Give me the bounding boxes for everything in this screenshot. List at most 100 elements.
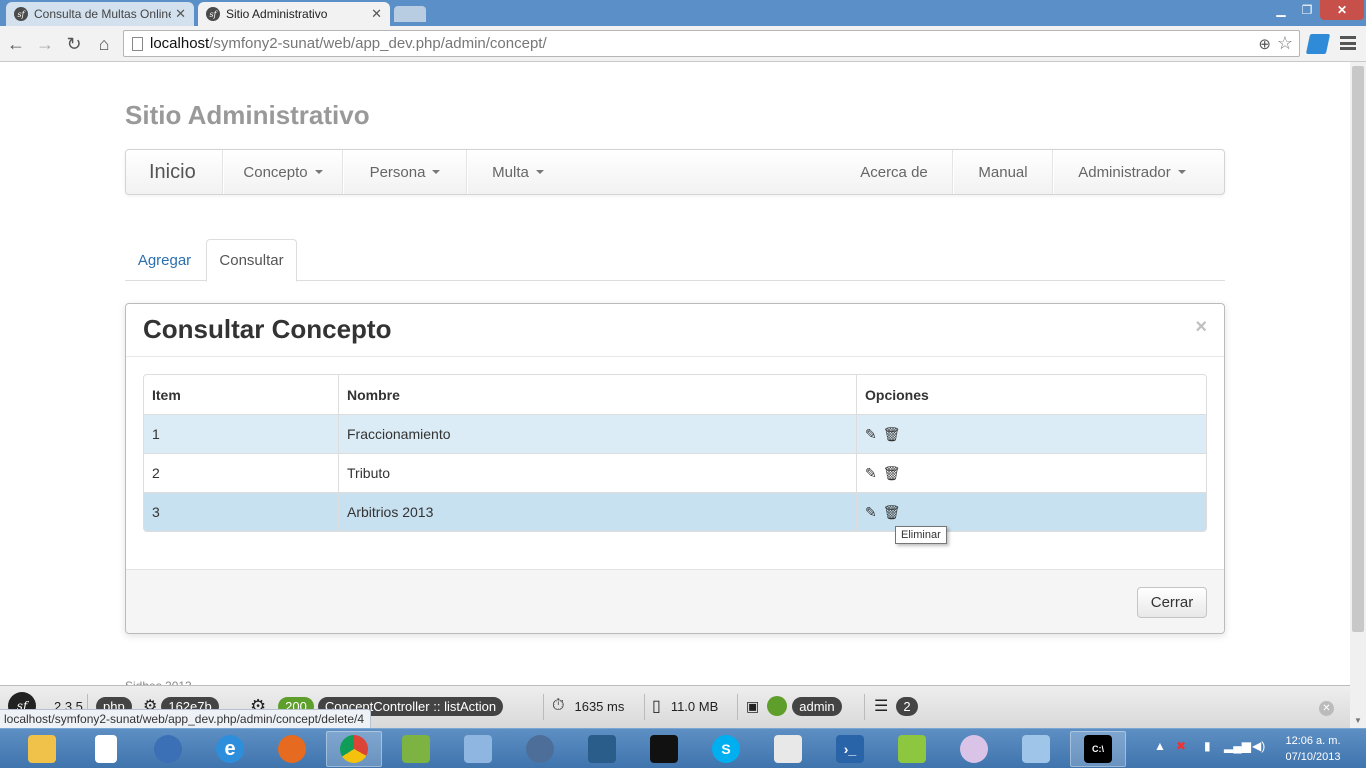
memory-item[interactable]: ▯ 11.0 MB <box>652 693 718 719</box>
consult-panel: Consultar Concepto × Item Nombre Opcione… <box>125 303 1225 634</box>
close-icon[interactable]: ✕ <box>175 6 186 22</box>
forward-arrow-icon[interactable]: → <box>33 32 57 56</box>
nav-item-multa[interactable]: Multa <box>468 150 568 194</box>
ie-icon: e <box>216 735 244 763</box>
taskbar-clock[interactable]: 12:06 a. m. 07/10/2013 <box>1280 733 1346 765</box>
address-bar[interactable]: localhost/symfony2-sunat/web/app_dev.php… <box>123 30 1300 57</box>
window-close-icon[interactable]: ✕ <box>1320 0 1364 20</box>
table-row: 2 Tributo ✎ 🗑 <box>144 453 1206 492</box>
taskbar-mysql[interactable] <box>574 731 630 767</box>
nav-item-concepto[interactable]: Concepto <box>224 150 342 194</box>
panel-close-icon[interactable]: × <box>1195 316 1207 339</box>
cube-icon <box>464 735 492 763</box>
browser-tab-consulta[interactable]: sf Consulta de Multas Online ✕ <box>6 2 194 26</box>
user-item[interactable]: ▣ admin <box>746 693 842 719</box>
trash-icon[interactable]: 🗑 <box>883 466 901 480</box>
memory-usage: 11.0 MB <box>670 698 719 714</box>
edit-icon[interactable]: ✎ <box>865 505 877 519</box>
photo-icon <box>1022 735 1050 763</box>
clock-date: 07/10/2013 <box>1285 751 1341 763</box>
extension-icon[interactable] <box>1305 34 1331 54</box>
taskbar-explorer[interactable] <box>14 731 70 767</box>
symfony-favicon-icon: sf <box>14 7 28 21</box>
signal-icon[interactable]: ▂▄▆ <box>1224 739 1251 753</box>
terminal-icon <box>650 735 678 763</box>
taskbar-editor[interactable] <box>388 731 444 767</box>
taskbar-cmd[interactable]: C:\ <box>1070 731 1126 767</box>
new-tab-button[interactable] <box>394 6 426 22</box>
taskbar-terminal[interactable] <box>636 731 692 767</box>
palette-icon <box>960 735 988 763</box>
panel-footer: Cerrar <box>126 569 1224 633</box>
bookmark-star-icon[interactable]: ☆ <box>1277 33 1293 54</box>
cell-name: Fraccionamiento <box>339 415 857 453</box>
scrollbar-thumb[interactable] <box>1352 66 1364 632</box>
cell-item: 1 <box>144 415 339 453</box>
caret-down-icon <box>1177 170 1186 174</box>
table-row: 1 Fraccionamiento ✎ 🗑 <box>144 414 1206 453</box>
toolbar-close-icon[interactable]: ✕ <box>1319 701 1334 716</box>
trash-icon[interactable]: 🗑 <box>883 505 901 519</box>
nav-item-acerca[interactable]: Acerca de <box>836 150 952 194</box>
scroll-down-icon[interactable]: ▼ <box>1354 716 1362 725</box>
divider <box>126 356 1224 357</box>
cell-name: Arbitrios 2013 <box>339 493 857 531</box>
minimize-icon[interactable]: ▁ <box>1268 0 1294 20</box>
tray-expand-icon[interactable]: ▲ <box>1154 739 1166 753</box>
db-item[interactable]: ☰ 2 <box>874 693 918 719</box>
chrome-icon <box>340 735 368 763</box>
browser-tab-admin[interactable]: sf Sitio Administrativo ✕ <box>198 2 390 26</box>
taskbar-virtualbox[interactable] <box>450 731 506 767</box>
trash-icon[interactable]: 🗑 <box>883 427 901 441</box>
nav-item-label: Acerca de <box>860 163 928 181</box>
browser-toolbar: ← → ↻ ⌂ localhost/symfony2-sunat/web/app… <box>0 26 1366 62</box>
taskbar-skype[interactable]: S <box>698 731 754 767</box>
volume-icon[interactable]: ◀) <box>1252 739 1265 753</box>
edit-icon[interactable]: ✎ <box>865 427 877 441</box>
status-bubble: localhost/symfony2-sunat/web/app_dev.php… <box>0 709 372 728</box>
battery-icon[interactable]: ▮ <box>1204 739 1211 753</box>
taskbar-paint[interactable] <box>946 731 1002 767</box>
close-icon[interactable]: ✕ <box>371 6 382 22</box>
windows-taskbar: e S ›_ C:\ ▲ ✖ ▮ ▂▄▆ ◀) 12:06 a. m. 07/1… <box>0 728 1366 768</box>
main-navbar: Inicio Concepto Persona Multa Acerca de … <box>125 149 1225 195</box>
nav-item-persona[interactable]: Persona <box>344 150 466 194</box>
page-tabs: Agregar Consultar <box>125 239 1225 282</box>
taskbar-powershell[interactable]: ›_ <box>822 731 878 767</box>
browser-tabstrip: sf Consulta de Multas Online ✕ sf Sitio … <box>0 0 1366 26</box>
edit-icon[interactable]: ✎ <box>865 466 877 480</box>
editor-icon <box>402 735 430 763</box>
back-arrow-icon[interactable]: ← <box>4 32 28 56</box>
taskbar-thunderbird[interactable] <box>140 731 196 767</box>
zoom-icon[interactable]: ⊕ <box>1258 35 1271 53</box>
navbar-brand[interactable]: Inicio <box>149 161 196 184</box>
taskbar-chrome[interactable] <box>326 731 382 767</box>
tab-agregar[interactable]: Agregar <box>125 239 204 281</box>
taskbar-notes[interactable] <box>760 731 816 767</box>
nav-item-manual[interactable]: Manual <box>954 150 1052 194</box>
taskbar-firefox[interactable] <box>264 731 320 767</box>
browser-tab-title: Consulta de Multas Online <box>34 7 172 21</box>
taskbar-filezilla[interactable] <box>884 731 940 767</box>
taskbar-photos[interactable] <box>1008 731 1064 767</box>
nav-item-administrador[interactable]: Administrador <box>1054 150 1210 194</box>
taskbar-ie[interactable]: e <box>202 731 258 767</box>
divider <box>543 694 544 720</box>
elephant-icon <box>526 735 554 763</box>
nav-item-label: Manual <box>978 163 1028 181</box>
close-button[interactable]: Cerrar <box>1137 587 1207 618</box>
home-icon[interactable]: ⌂ <box>92 32 116 56</box>
database-icon: ☰ <box>874 698 889 715</box>
network-error-icon[interactable]: ✖ <box>1176 739 1186 753</box>
taskbar-postgres[interactable] <box>512 731 568 767</box>
tab-consultar[interactable]: Consultar <box>206 239 297 282</box>
timer-item[interactable]: ⏱ 1635 ms <box>552 693 624 719</box>
reload-icon[interactable]: ↻ <box>62 32 86 56</box>
vertical-scrollbar[interactable]: ▼ <box>1350 62 1366 728</box>
browser-menu-icon[interactable] <box>1340 34 1356 52</box>
maximize-icon[interactable]: ❐ <box>1294 0 1320 20</box>
user-badge: admin <box>792 696 842 716</box>
divider <box>644 694 645 720</box>
taskbar-document[interactable] <box>78 731 134 767</box>
request-time: 1635 ms <box>574 698 625 714</box>
